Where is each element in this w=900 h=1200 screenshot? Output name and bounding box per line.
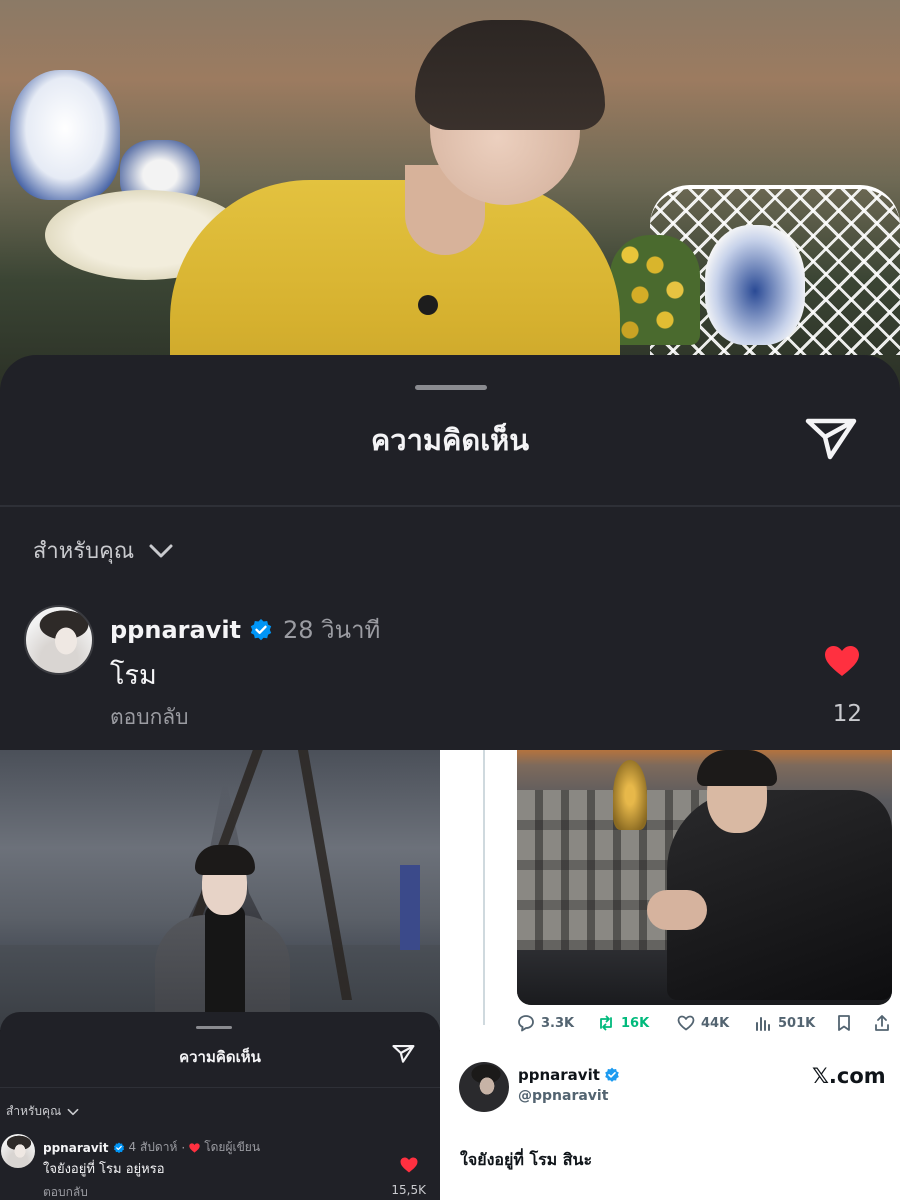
second-screenshot: ความคิดเห็น สำหรับคุณ ppnaravit 4 สัปดาห… (0, 750, 440, 1200)
reply-button[interactable]: ตอบกลับ (110, 701, 189, 734)
person-grey-coat (155, 845, 295, 1035)
comment-text: โรม (110, 660, 157, 691)
display-name: ppnaravit (518, 1066, 600, 1084)
filter-label: สำหรับคุณ (33, 539, 135, 564)
paper-plane-icon[interactable] (390, 1041, 416, 1065)
avatar[interactable] (24, 605, 94, 675)
bookmark-action[interactable] (835, 1014, 853, 1032)
comment-header: ppnaravit 28 วินาที (110, 610, 380, 649)
reply-count: 3.3K (541, 1015, 575, 1031)
like-count: 44K (701, 1015, 730, 1031)
paper-plane-icon[interactable] (800, 411, 860, 463)
comment-time: 4 สัปดาห์ (128, 1140, 178, 1154)
heart-outline-icon (677, 1015, 695, 1031)
heart-icon (189, 1142, 200, 1153)
verified-badge-icon (113, 1142, 124, 1153)
repost-count: 16K (621, 1015, 650, 1031)
speech-bubble-icon (518, 1015, 534, 1032)
person-yellow-jacket (160, 15, 630, 400)
like-action[interactable]: 44K (677, 1014, 729, 1032)
handle[interactable]: @ppnaravit (518, 1088, 608, 1104)
decorative-vase (10, 70, 120, 200)
bookmark-icon (838, 1015, 850, 1031)
author-name-row[interactable]: ppnaravit (518, 1066, 620, 1084)
paris-photo (0, 750, 440, 1035)
reply-button[interactable]: ตอบกลับ (43, 1183, 88, 1200)
sort-filter[interactable]: สำหรับคุณ (33, 533, 174, 568)
comment-header: ppnaravit 4 สัปดาห์ · โดยผู้เขียน (43, 1138, 260, 1157)
sheet-title: ความคิดเห็น (370, 423, 530, 457)
bar-chart-icon (756, 1017, 770, 1031)
x-post: 3.3K 16K 44K 501K ppnaravit @ppnaravit 𝕏… (440, 750, 900, 1200)
like-count: 12 (832, 701, 862, 727)
post-action-bar: 3.3K 16K 44K 501K (517, 1014, 897, 1038)
filter-label: สำหรับคุณ (6, 1104, 62, 1118)
heart-icon[interactable] (400, 1157, 418, 1173)
views-action[interactable]: 501K (754, 1014, 815, 1032)
separator-dot: · (181, 1140, 186, 1155)
chevron-down-icon (149, 544, 173, 557)
like-count: 15,5K (391, 1183, 426, 1197)
mini-comments-sheet: ความคิดเห็น สำหรับคุณ ppnaravit 4 สัปดาห… (0, 1012, 440, 1200)
post-photo[interactable] (517, 750, 892, 1005)
avatar[interactable] (459, 1062, 509, 1112)
decorative-urn (705, 225, 805, 345)
x-brand-logo: 𝕏.com (812, 1064, 886, 1088)
divider (0, 1087, 440, 1088)
comment-username[interactable]: ppnaravit (43, 1141, 109, 1155)
comment-time: 28 วินาที (283, 616, 381, 644)
sheet-title: ความคิดเห็น (179, 1048, 261, 1066)
comment-username[interactable]: ppnaravit (110, 616, 241, 644)
gold-statue (613, 760, 647, 830)
repost-icon (600, 1015, 612, 1031)
top-photo (0, 0, 900, 400)
avatar[interactable] (1, 1134, 35, 1168)
view-count: 501K (778, 1015, 816, 1031)
chevron-down-icon (67, 1108, 79, 1115)
divider (0, 505, 900, 507)
liked-by-author: โดยผู้เขียน (204, 1140, 261, 1154)
repost-action[interactable]: 16K (597, 1014, 649, 1032)
sort-filter[interactable]: สำหรับคุณ (6, 1102, 79, 1121)
comment-text: ใจยังอยู่ที่ โรม อยู่หรอ (43, 1162, 165, 1177)
share-action[interactable] (873, 1014, 891, 1032)
thread-line (483, 750, 485, 1025)
sheet-grabber[interactable] (196, 1026, 232, 1029)
reply-action[interactable]: 3.3K (517, 1014, 574, 1032)
person-leather-jacket (647, 750, 892, 1005)
share-icon (875, 1015, 889, 1031)
comments-sheet: ความคิดเห็น สำหรับคุณ ppnaravit 28 วินาท… (0, 355, 900, 750)
heart-icon[interactable] (824, 645, 860, 677)
verified-badge-icon (250, 618, 272, 640)
verified-badge-icon (605, 1067, 619, 1082)
sheet-grabber[interactable] (415, 385, 487, 390)
post-text: ใจยังอยู่ที่ โรม สินะ (460, 1150, 593, 1169)
